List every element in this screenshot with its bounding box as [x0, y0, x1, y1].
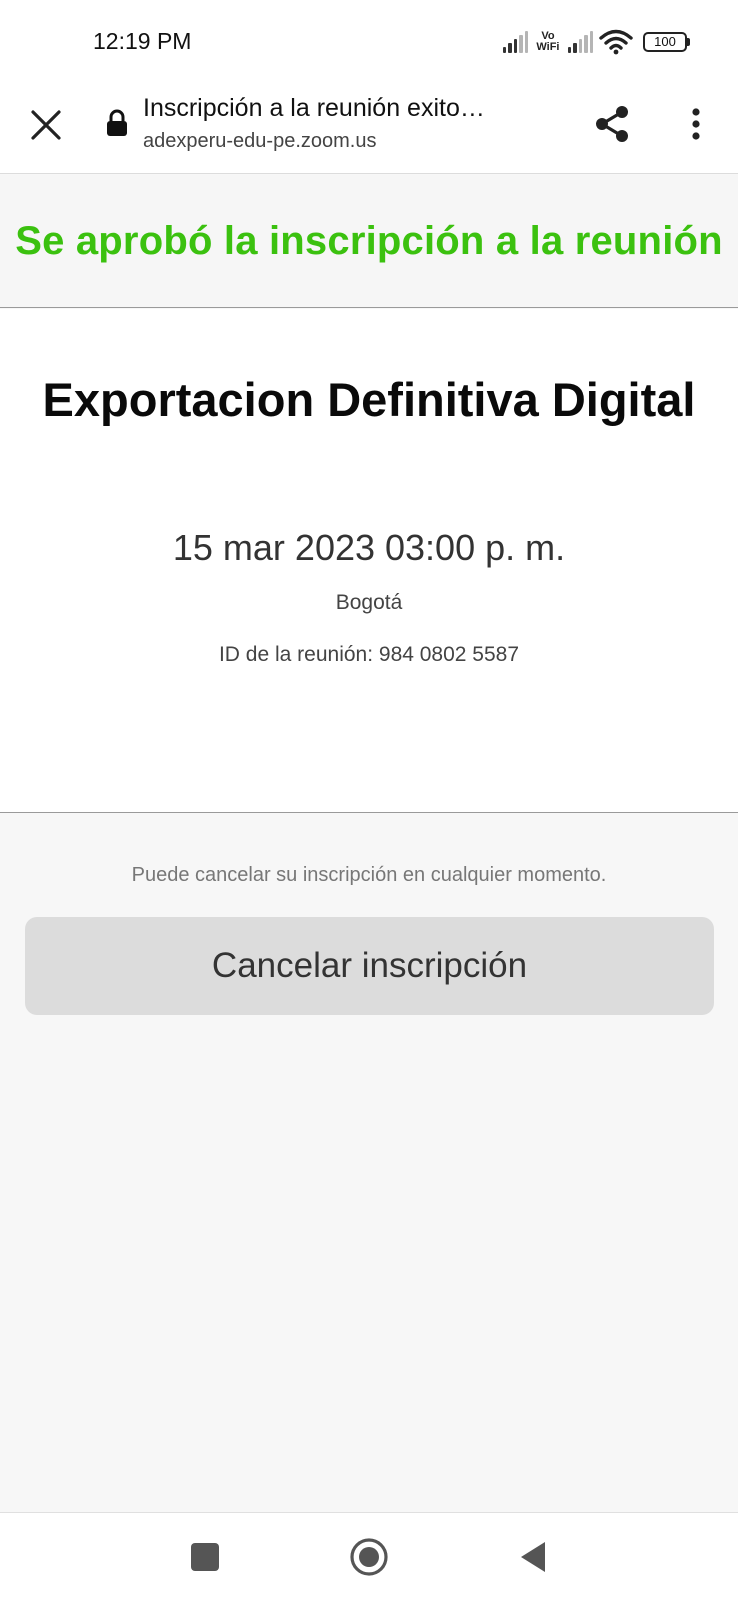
share-button[interactable]: [588, 100, 636, 148]
wifi-icon: [599, 29, 633, 55]
more-vert-icon: [692, 108, 700, 140]
back-button[interactable]: [509, 1533, 557, 1581]
share-icon: [596, 106, 628, 142]
cancel-registration-button[interactable]: Cancelar inscripción: [25, 917, 714, 1015]
status-time: 12:19 PM: [93, 28, 192, 54]
cell-signal-2-icon: [567, 31, 593, 53]
home-icon: [350, 1538, 388, 1576]
lock-icon: [107, 109, 127, 136]
vowifi-icon: Vo WiFi: [536, 30, 560, 53]
recent-apps-icon: [191, 1543, 219, 1571]
status-icons: Vo WiFi 100: [502, 27, 690, 57]
battery-level: 100: [643, 32, 687, 52]
url-host[interactable]: adexperu-edu-pe.zoom.us: [143, 130, 376, 153]
meeting-card: Exportacion Definitiva Digital 15 mar 20…: [0, 309, 738, 813]
cell-signal-icon: [502, 31, 529, 53]
cancel-note: Puede cancelar su inscripción en cualqui…: [131, 864, 607, 886]
system-nav-bar: [0, 1512, 738, 1600]
status-bar: 12:19 PM Vo WiFi 100: [0, 0, 738, 86]
battery-icon: 100: [643, 32, 690, 52]
home-button[interactable]: [345, 1533, 393, 1581]
meeting-title: Exportacion Definitiva Digital: [42, 373, 696, 426]
browser-toolbar: Inscripción a la reunión exito… adexperu…: [0, 86, 738, 174]
meeting-timezone: Bogotá: [335, 591, 403, 614]
close-button[interactable]: [22, 101, 70, 149]
back-icon: [521, 1542, 545, 1572]
meeting-id: ID de la reunión: 984 0802 5587: [218, 643, 520, 666]
close-icon: [31, 110, 61, 140]
more-options-button[interactable]: [672, 100, 720, 148]
success-message: Se aprobó la inscripción a la reunión: [15, 218, 723, 263]
success-banner: Se aprobó la inscripción a la reunión: [0, 175, 738, 308]
page-title[interactable]: Inscripción a la reunión exito…: [143, 94, 553, 123]
meeting-datetime: 15 mar 2023 03:00 p. m.: [172, 527, 566, 568]
recent-apps-button[interactable]: [181, 1533, 229, 1581]
